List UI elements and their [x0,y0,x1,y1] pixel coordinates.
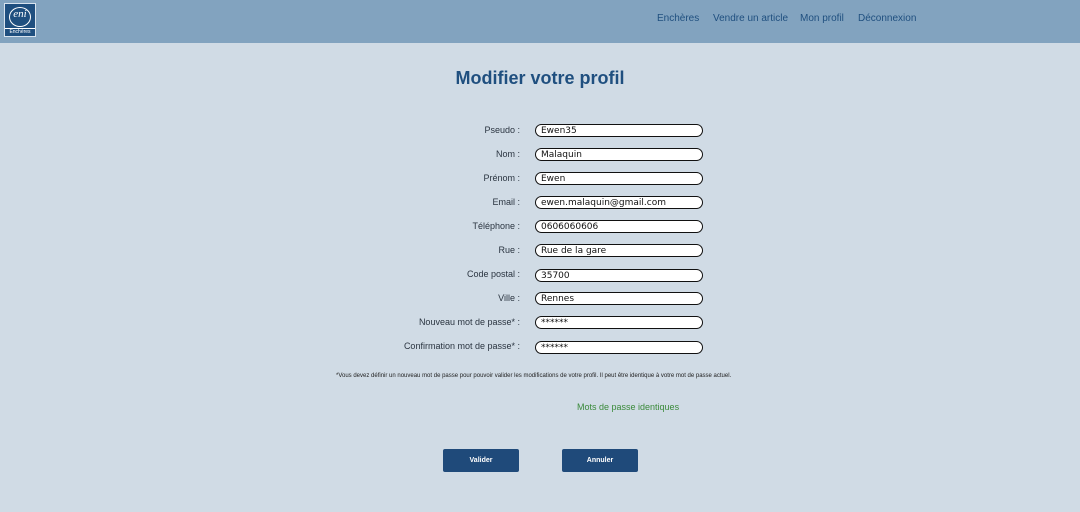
annuler-button[interactable]: Annuler [562,449,638,472]
confirm-password-label: Confirmation mot de passe* : [403,341,520,351]
page-title: Modifier votre profil [455,68,625,88]
nom-input[interactable] [535,148,703,161]
telephone-input[interactable] [535,220,703,233]
password-match-message: Mots de passe identiques [577,402,680,412]
ville-label: Ville : [498,293,520,303]
code-postal-input[interactable] [535,269,703,282]
pseudo-label: Pseudo : [484,125,520,135]
rue-input[interactable] [535,244,703,257]
logo-subtext: Enchères [5,28,35,35]
email-input[interactable] [535,196,703,209]
nav-link-encheres[interactable]: Enchères [657,13,699,24]
nom-label: Nom : [495,149,520,159]
telephone-label: Téléphone : [472,221,520,231]
prenom-input[interactable] [535,172,703,185]
nav-link-deconnexion[interactable]: Déconnexion [858,13,916,24]
nav-link-mon-profil[interactable]: Mon profil [800,13,844,24]
pseudo-input[interactable] [535,124,703,137]
prenom-label: Prénom : [483,173,520,183]
eni-logo[interactable]: eni Enchères [4,3,36,37]
valider-button[interactable]: Valider [443,449,519,472]
new-password-input[interactable] [535,316,703,329]
password-note: *Vous devez définir un nouveau mot de pa… [336,373,732,379]
logo-text: eni [13,8,27,20]
nav-link-vendre-un-article[interactable]: Vendre un article [713,13,788,24]
rue-label: Rue : [498,245,520,255]
ville-input[interactable] [535,292,703,305]
top-header: eni Enchères Enchères Vendre un article … [0,0,1080,43]
new-password-label: Nouveau mot de passe* : [418,317,520,327]
code-postal-label: Code postal : [466,269,520,279]
confirm-password-input[interactable] [535,341,703,354]
email-label: Email : [492,197,520,207]
